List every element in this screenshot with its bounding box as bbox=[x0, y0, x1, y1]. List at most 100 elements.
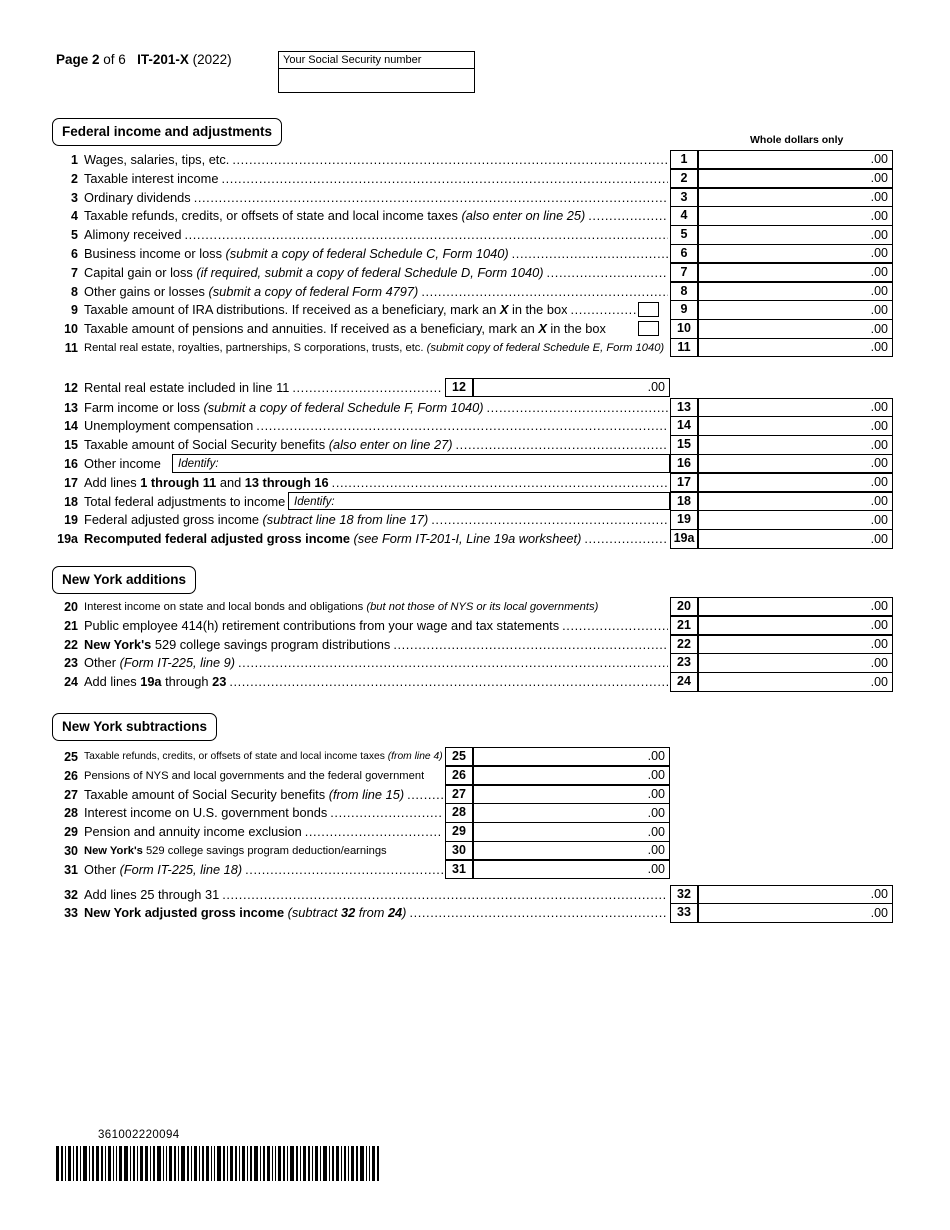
amount-input-line-1[interactable]: .00 bbox=[698, 150, 893, 170]
amount-line-number-19: 19 bbox=[670, 510, 698, 530]
line-number-15: 15 bbox=[64, 438, 78, 453]
cents-suffix: .00 bbox=[870, 246, 888, 261]
dot-leader: ........................................… bbox=[486, 399, 668, 415]
amount-input-line-22[interactable]: .00 bbox=[698, 634, 893, 654]
amount-line-number-15: 15 bbox=[670, 435, 698, 455]
amount-input-line-3[interactable]: .00 bbox=[698, 187, 893, 207]
line-label-31: Other (Form IT-225, line 18) bbox=[84, 861, 243, 877]
barcode-number: 361002220094 bbox=[98, 1129, 180, 1141]
page-number-label: Page 2 bbox=[56, 52, 100, 67]
ssn-box: Your Social Security number bbox=[278, 51, 475, 93]
amount-input-line-18[interactable]: .00 bbox=[698, 491, 893, 511]
amount-line-number-8: 8 bbox=[670, 281, 698, 301]
cents-suffix: .00 bbox=[870, 340, 888, 355]
identify-field-line-18[interactable]: Identify: bbox=[288, 491, 670, 511]
amount-input-line-13[interactable]: .00 bbox=[698, 397, 893, 417]
ssn-label: Your Social Security number bbox=[279, 52, 474, 69]
amount-input-line-6[interactable]: .00 bbox=[698, 244, 893, 264]
dot-leader: ........................................… bbox=[238, 655, 668, 671]
cents-suffix: .00 bbox=[647, 768, 665, 783]
amount-line-number-7: 7 bbox=[670, 262, 698, 283]
cents-suffix: .00 bbox=[870, 399, 888, 414]
amount-input-line-14[interactable]: .00 bbox=[698, 416, 893, 436]
identify-field-line-16[interactable]: Identify: bbox=[172, 454, 670, 473]
line-label-24: Add lines 19a through 23 bbox=[84, 674, 227, 690]
line-number-3: 3 bbox=[71, 190, 78, 205]
line-label-11: Rental real estate, royalties, partnersh… bbox=[84, 342, 665, 354]
dot-leader: ............................. bbox=[562, 617, 668, 633]
amount-line-number-9: 9 bbox=[670, 300, 698, 320]
amount-input-line-33[interactable]: .00 bbox=[698, 903, 893, 923]
amount-line-number-3: 3 bbox=[670, 187, 698, 207]
amount-input-line-16[interactable]: .00 bbox=[698, 454, 893, 474]
amount-input-line-19a[interactable]: .00 bbox=[698, 529, 893, 549]
beneficiary-checkbox-line-9[interactable] bbox=[638, 302, 659, 318]
amount-line-number-13: 13 bbox=[670, 397, 698, 417]
amount-input-line-28[interactable]: .00 bbox=[473, 803, 670, 823]
amount-input-line-17[interactable]: .00 bbox=[698, 472, 893, 493]
amount-input-line-31[interactable]: .00 bbox=[473, 859, 670, 880]
amount-line-number-23: 23 bbox=[670, 653, 698, 673]
amount-input-line-20[interactable]: .00 bbox=[698, 597, 893, 617]
amount-input-line-29[interactable]: .00 bbox=[473, 822, 670, 842]
cents-suffix: .00 bbox=[647, 843, 665, 858]
amount-input-line-23[interactable]: .00 bbox=[698, 653, 893, 673]
amount-input-line-30[interactable]: .00 bbox=[473, 841, 670, 861]
line-number-28: 28 bbox=[64, 806, 78, 821]
line-number-26: 26 bbox=[64, 768, 78, 783]
line-label-30: New York's 529 college savings program d… bbox=[84, 845, 387, 857]
amount-line-number-10: 10 bbox=[670, 319, 698, 339]
amount-input-line-32[interactable]: .00 bbox=[698, 884, 893, 904]
page-header: Page 2 of 6 IT-201-X (2022) bbox=[56, 52, 232, 67]
amount-input-line-8[interactable]: .00 bbox=[698, 281, 893, 301]
amount-line-number-27: 27 bbox=[445, 784, 473, 804]
amount-input-line-24[interactable]: .00 bbox=[698, 672, 893, 692]
amount-input-line-25[interactable]: .00 bbox=[473, 747, 670, 767]
dot-leader: ...................... bbox=[588, 208, 668, 224]
amount-input-line-26[interactable]: .00 bbox=[473, 765, 670, 786]
amount-line-number-19a: 19a bbox=[670, 529, 698, 549]
form-page: Page 2 of 6 IT-201-X (2022) Your Social … bbox=[0, 0, 950, 1230]
amount-input-line-9[interactable]: .00 bbox=[698, 300, 893, 320]
amount-input-line-5[interactable]: .00 bbox=[698, 225, 893, 245]
ssn-input[interactable] bbox=[279, 69, 474, 92]
amount-input-line-11[interactable]: .00 bbox=[698, 338, 893, 358]
amount-input-line-19[interactable]: .00 bbox=[698, 510, 893, 530]
line-number-13: 13 bbox=[64, 400, 78, 415]
cents-suffix: .00 bbox=[870, 283, 888, 298]
form-year-label: (2022) bbox=[192, 52, 232, 67]
dot-leader: ........................................… bbox=[232, 152, 668, 167]
line-label-22: New York's 529 college savings program d… bbox=[84, 636, 391, 652]
dot-leader: ........................................… bbox=[331, 474, 668, 490]
cents-suffix: .00 bbox=[647, 749, 665, 764]
line-number-31: 31 bbox=[64, 862, 78, 877]
dot-leader: .......... bbox=[407, 786, 443, 802]
dot-leader: ........................................… bbox=[421, 283, 668, 299]
cents-suffix: .00 bbox=[870, 227, 888, 242]
dot-leader: .................................. bbox=[546, 264, 669, 280]
line-number-23: 23 bbox=[64, 656, 78, 671]
line-number-7: 7 bbox=[71, 265, 78, 280]
beneficiary-checkbox-line-10[interactable] bbox=[638, 321, 659, 337]
amount-input-line-21[interactable]: .00 bbox=[698, 615, 893, 636]
amount-input-line-2[interactable]: .00 bbox=[698, 168, 893, 189]
line-label-2: Taxable interest income bbox=[84, 170, 219, 186]
amount-input-line-27[interactable]: .00 bbox=[473, 784, 670, 804]
amount-input-line-10[interactable]: .00 bbox=[698, 319, 893, 339]
amount-input-line-7[interactable]: .00 bbox=[698, 262, 893, 283]
cents-suffix: .00 bbox=[870, 302, 888, 317]
section-title-federal: Federal income and adjustments bbox=[52, 118, 283, 146]
amount-input-line-15[interactable]: .00 bbox=[698, 435, 893, 455]
amount-input-line-12[interactable]: .00 bbox=[473, 377, 670, 398]
amount-input-line-4[interactable]: .00 bbox=[698, 206, 893, 226]
amount-line-number-28: 28 bbox=[445, 803, 473, 823]
line-number-2: 2 bbox=[71, 171, 78, 186]
dot-leader: ........................................… bbox=[409, 905, 668, 921]
line-number-8: 8 bbox=[71, 284, 78, 299]
line-number-17: 17 bbox=[64, 475, 78, 490]
dot-leader: ........................................… bbox=[292, 379, 443, 395]
dot-leader: ............................... bbox=[330, 805, 443, 821]
amount-line-number-21: 21 bbox=[670, 615, 698, 636]
line-label-14: Unemployment compensation bbox=[84, 418, 254, 434]
line-label-19: Federal adjusted gross income (subtract … bbox=[84, 512, 429, 528]
